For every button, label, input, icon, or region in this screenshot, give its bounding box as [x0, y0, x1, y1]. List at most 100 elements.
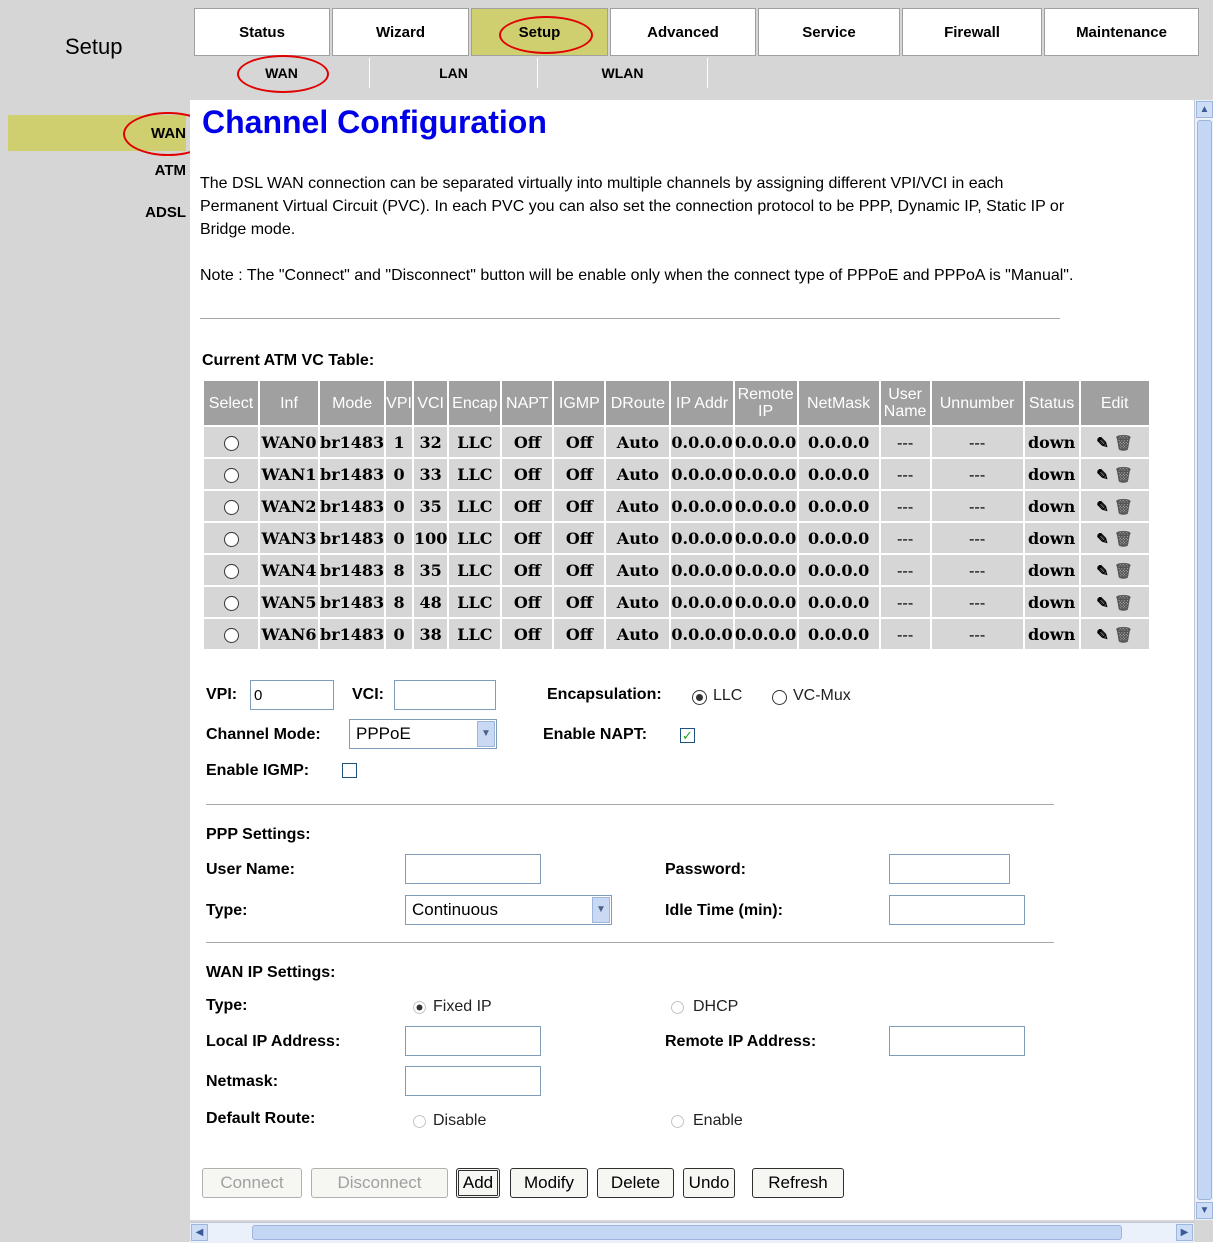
modify-button[interactable]: Modify: [510, 1168, 588, 1198]
delete-button[interactable]: Delete: [597, 1168, 674, 1198]
horizontal-scrollbar[interactable]: ◀ ▶: [190, 1222, 1194, 1243]
local-ip-input[interactable]: [405, 1026, 541, 1056]
row-select-radio[interactable]: [223, 563, 239, 579]
scroll-right-icon[interactable]: ▶: [1176, 1224, 1193, 1241]
remote-ip-input[interactable]: [889, 1026, 1025, 1056]
select-cell: [204, 459, 258, 489]
table-cell: ---: [880, 523, 930, 553]
row-select-radio[interactable]: [223, 435, 239, 451]
trash-icon[interactable]: 🗑: [1109, 594, 1133, 612]
pencil-icon[interactable]: ✎: [1096, 562, 1109, 580]
encap-llc-radio[interactable]: [692, 690, 707, 705]
encap-vcmux-radio[interactable]: [772, 690, 787, 705]
section-title: Setup: [65, 34, 123, 59]
pencil-icon[interactable]: ✎: [1096, 498, 1109, 516]
row-select-radio[interactable]: [223, 499, 239, 515]
ppp-username-input[interactable]: [405, 854, 541, 884]
trash-icon[interactable]: 🗑: [1109, 530, 1133, 548]
vertical-scroll-thumb[interactable]: [1197, 120, 1212, 1200]
col-header: VCI: [413, 381, 448, 425]
sidebar-item-atm[interactable]: ATM: [8, 152, 186, 188]
ppp-username-label: User Name:: [206, 861, 295, 878]
add-button[interactable]: Add: [456, 1168, 500, 1198]
vpi-label: VPI:: [206, 686, 238, 703]
table-cell: Auto: [606, 555, 670, 585]
tab-firewall[interactable]: Firewall: [902, 8, 1042, 56]
row-select-radio[interactable]: [223, 467, 239, 483]
table-cell: 8: [386, 587, 412, 617]
channel-mode-value: PPPoE: [356, 724, 411, 743]
table-cell: 0.0.0.0: [671, 459, 733, 489]
table-cell: Auto: [606, 427, 670, 457]
default-route-label: Default Route:: [206, 1110, 316, 1127]
trash-icon[interactable]: 🗑: [1109, 434, 1133, 452]
sidebar-item-wan[interactable]: WAN: [8, 115, 186, 151]
table-cell: 0.0.0.0: [671, 491, 733, 521]
pencil-icon[interactable]: ✎: [1096, 594, 1109, 612]
route-enable-radio[interactable]: [671, 1115, 684, 1128]
subtab-lan[interactable]: LAN: [370, 58, 538, 88]
row-select-radio[interactable]: [223, 627, 239, 643]
sidebar-item-adsl[interactable]: ADSL: [8, 194, 186, 230]
tab-service[interactable]: Service: [758, 8, 900, 56]
napt-checkbox[interactable]: ✓: [680, 728, 695, 743]
tab-maintenance[interactable]: Maintenance: [1044, 8, 1199, 56]
tab-advanced[interactable]: Advanced: [610, 8, 756, 56]
connect-button[interactable]: Connect: [202, 1168, 302, 1198]
table-cell: 0: [386, 491, 412, 521]
channel-mode-select[interactable]: PPPoE ▼: [349, 719, 497, 749]
netmask-input[interactable]: [405, 1066, 541, 1096]
tab-status[interactable]: Status: [194, 8, 330, 56]
table-cell: WAN2: [260, 491, 318, 521]
route-disable-radio[interactable]: [413, 1115, 426, 1128]
dhcp-radio[interactable]: [671, 1001, 684, 1014]
undo-button[interactable]: Undo: [683, 1168, 735, 1198]
table-cell: br1483: [320, 459, 385, 489]
scroll-down-icon[interactable]: ▼: [1196, 1202, 1213, 1219]
row-select-radio[interactable]: [223, 595, 239, 611]
vertical-scrollbar[interactable]: ▲ ▼: [1194, 100, 1213, 1220]
row-select-radio[interactable]: [223, 531, 239, 547]
ppp-password-input[interactable]: [889, 854, 1010, 884]
fixed-ip-radio[interactable]: [413, 1001, 426, 1014]
horizontal-scroll-thumb[interactable]: [252, 1225, 1122, 1240]
ppp-type-select[interactable]: Continuous ▼: [405, 895, 612, 925]
col-header: Remote IP: [734, 381, 797, 425]
pencil-icon[interactable]: ✎: [1096, 466, 1109, 484]
table-cell: 0.0.0.0: [671, 587, 733, 617]
select-cell: [204, 523, 258, 553]
table-row: WAN5 br1483 8 48 LLC Off Off Auto 0.0.0.0 0.0.0.0…: [204, 587, 1149, 617]
description-text: The DSL WAN connection can be separated …: [200, 175, 1065, 238]
trash-icon[interactable]: 🗑: [1109, 498, 1133, 516]
tab-wizard[interactable]: Wizard: [332, 8, 469, 56]
select-cell: [204, 555, 258, 585]
encap-llc-label: LLC: [713, 687, 743, 704]
tab-setup[interactable]: Setup: [471, 8, 608, 56]
page-title: Channel Configuration: [202, 104, 547, 140]
pencil-icon[interactable]: ✎: [1096, 434, 1109, 452]
table-cell: 0: [386, 619, 412, 649]
table-cell: 0.0.0.0: [798, 491, 879, 521]
table-cell: Off: [554, 619, 605, 649]
trash-icon[interactable]: 🗑: [1109, 562, 1133, 580]
wanip-title: WAN IP Settings:: [206, 964, 336, 981]
trash-icon[interactable]: 🗑: [1109, 466, 1133, 484]
table-cell: 48: [413, 587, 448, 617]
disconnect-button[interactable]: Disconnect: [311, 1168, 448, 1198]
pencil-icon[interactable]: ✎: [1096, 626, 1109, 644]
scroll-left-icon[interactable]: ◀: [191, 1224, 208, 1241]
scroll-up-icon[interactable]: ▲: [1196, 101, 1213, 118]
refresh-button[interactable]: Refresh: [752, 1168, 844, 1198]
table-cell: down: [1024, 619, 1079, 649]
napt-label: Enable NAPT:: [543, 726, 648, 743]
vci-input[interactable]: [394, 680, 496, 710]
table-cell: WAN6: [260, 619, 318, 649]
subtab-wan[interactable]: WAN: [194, 58, 370, 88]
vpi-input[interactable]: [250, 680, 334, 710]
col-header: IP Addr: [671, 381, 733, 425]
pencil-icon[interactable]: ✎: [1096, 530, 1109, 548]
subtab-wlan[interactable]: WLAN: [538, 58, 708, 88]
trash-icon[interactable]: 🗑: [1109, 626, 1133, 644]
idle-time-input[interactable]: [889, 895, 1025, 925]
igmp-checkbox[interactable]: [342, 763, 357, 778]
